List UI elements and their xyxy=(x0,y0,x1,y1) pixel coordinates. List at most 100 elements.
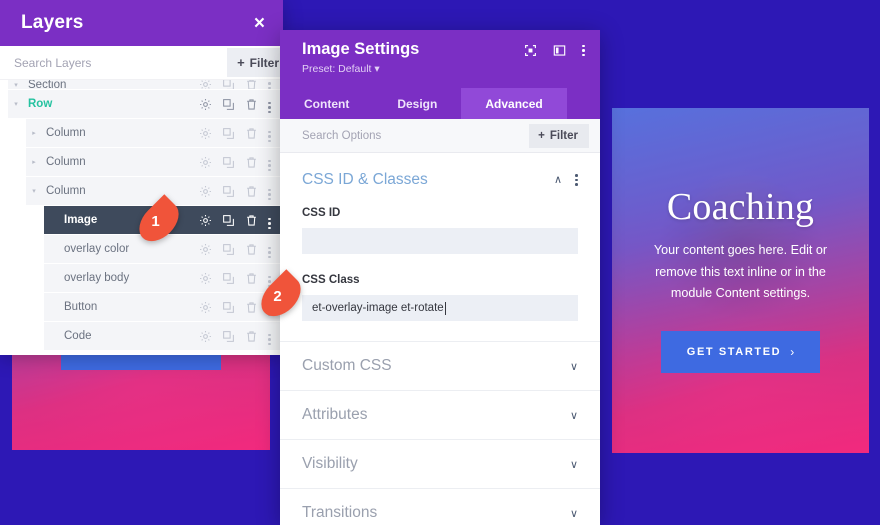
duplicate-icon[interactable] xyxy=(222,272,235,285)
layer-row-column[interactable]: ▸ Column xyxy=(26,119,283,147)
tab-design[interactable]: Design xyxy=(373,88,461,119)
layers-filter-button[interactable]: + Filter xyxy=(227,48,283,77)
trash-icon[interactable] xyxy=(245,272,258,285)
trash-icon[interactable] xyxy=(245,80,258,89)
gear-icon[interactable] xyxy=(199,185,212,198)
layer-row-label: overlay color xyxy=(64,243,130,255)
gear-icon[interactable] xyxy=(199,330,212,343)
more-options-icon[interactable] xyxy=(268,327,271,345)
search-options-input[interactable]: Search Options xyxy=(302,130,381,142)
expand-caret-icon[interactable]: ▾ xyxy=(8,100,24,108)
section-label: Transitions xyxy=(302,504,378,521)
layer-row-overlay-color[interactable]: overlay color xyxy=(44,235,283,263)
trash-icon[interactable] xyxy=(245,156,258,169)
duplicate-icon[interactable] xyxy=(222,214,235,227)
card-right: Coaching Your content goes here. Edit or… xyxy=(612,108,869,453)
section-custom-css[interactable]: Custom CSS ∨ xyxy=(280,341,600,390)
tab-advanced[interactable]: Advanced xyxy=(461,88,567,119)
duplicate-icon[interactable] xyxy=(222,80,235,89)
plus-icon: + xyxy=(237,55,245,70)
more-options-icon[interactable] xyxy=(582,44,585,57)
section-visibility[interactable]: Visibility ∨ xyxy=(280,439,600,488)
trash-icon[interactable] xyxy=(245,185,258,198)
text-cursor xyxy=(444,301,446,315)
layout-split-icon[interactable] xyxy=(553,44,566,57)
chevron-down-icon[interactable]: ∨ xyxy=(570,507,578,520)
section-label: Visibility xyxy=(302,455,358,472)
chevron-down-icon[interactable]: ∨ xyxy=(570,409,578,422)
layer-row-column[interactable]: ▸ Column xyxy=(26,148,283,176)
callout-marker-2: 2 xyxy=(253,269,309,324)
layer-row-section[interactable]: ▾ Section xyxy=(8,80,283,89)
trash-icon[interactable] xyxy=(245,243,258,256)
chevron-up-icon[interactable]: ∧ xyxy=(554,174,562,186)
options-search-bar[interactable]: Search Options + Filter xyxy=(280,119,600,153)
options-filter-button[interactable]: + Filter xyxy=(529,123,589,148)
plus-icon: + xyxy=(538,129,545,142)
expand-caret-icon[interactable]: ▸ xyxy=(26,129,42,137)
chevron-down-icon[interactable]: ∨ xyxy=(570,458,578,471)
duplicate-icon[interactable] xyxy=(222,243,235,256)
collapsed-sections: Custom CSS ∨ Attributes ∨ Visibility ∨ Transit… xyxy=(280,341,600,525)
layer-row-button[interactable]: Button xyxy=(44,293,283,321)
close-icon[interactable]: × xyxy=(254,14,265,33)
duplicate-icon[interactable] xyxy=(222,127,235,140)
expand-caret-icon[interactable]: ▾ xyxy=(8,81,24,89)
section-transitions[interactable]: Transitions ∨ xyxy=(280,488,600,525)
expand-caret-icon[interactable]: ▸ xyxy=(26,158,42,166)
duplicate-icon[interactable] xyxy=(222,98,235,111)
duplicate-icon[interactable] xyxy=(222,301,235,314)
layer-row-row[interactable]: ▾ Row xyxy=(8,90,283,118)
marker-number: 2 xyxy=(273,288,282,305)
more-options-icon[interactable] xyxy=(268,95,271,113)
tab-content[interactable]: Content xyxy=(280,88,373,119)
callout-marker-1: 1 xyxy=(131,194,187,249)
focus-target-icon[interactable] xyxy=(524,44,537,57)
section-title: CSS ID & Classes xyxy=(302,171,428,188)
layer-row-label: Column xyxy=(46,127,86,139)
layer-row-label: Column xyxy=(46,185,86,197)
gear-icon[interactable] xyxy=(199,272,212,285)
layer-row-label: Column xyxy=(46,156,86,168)
layer-row-column[interactable]: ▾ Column xyxy=(26,177,283,205)
image-settings-modal: Image Settings Preset: Default ▾ Content… xyxy=(280,30,600,525)
more-options-icon[interactable] xyxy=(268,240,271,258)
expand-caret-icon[interactable]: ▾ xyxy=(26,187,42,195)
css-class-value: et-overlay-image et-rotate xyxy=(312,302,444,314)
search-layers-input[interactable]: Search Layers xyxy=(14,56,91,70)
layers-panel-header: Layers × xyxy=(0,0,283,46)
more-options-icon[interactable] xyxy=(268,182,271,200)
duplicate-icon[interactable] xyxy=(222,185,235,198)
more-options-icon[interactable] xyxy=(268,211,271,229)
css-class-label: CSS Class xyxy=(302,274,360,286)
card-right-get-started-button[interactable]: GET STARTED › xyxy=(660,330,821,373)
chevron-down-icon[interactable]: ∨ xyxy=(570,360,578,373)
gear-icon[interactable] xyxy=(199,214,212,227)
css-id-input[interactable] xyxy=(302,228,578,254)
layer-row-overlay-body[interactable]: overlay body xyxy=(44,264,283,292)
layers-search-bar[interactable]: Search Layers + Filter xyxy=(0,46,283,80)
duplicate-icon[interactable] xyxy=(222,330,235,343)
gear-icon[interactable] xyxy=(199,127,212,140)
preset-selector[interactable]: Preset: Default ▾ xyxy=(302,63,419,75)
trash-icon[interactable] xyxy=(245,301,258,314)
gear-icon[interactable] xyxy=(199,80,212,89)
gear-icon[interactable] xyxy=(199,156,212,169)
duplicate-icon[interactable] xyxy=(222,156,235,169)
gear-icon[interactable] xyxy=(199,243,212,256)
more-options-icon[interactable] xyxy=(575,174,578,186)
modal-header: Image Settings Preset: Default ▾ xyxy=(280,30,600,88)
gear-icon[interactable] xyxy=(199,301,212,314)
more-options-icon[interactable] xyxy=(268,124,271,142)
trash-icon[interactable] xyxy=(245,127,258,140)
more-options-icon[interactable] xyxy=(268,153,271,171)
css-class-input[interactable]: et-overlay-image et-rotate xyxy=(302,295,578,321)
gear-icon[interactable] xyxy=(199,98,212,111)
layer-row-label: Code xyxy=(64,330,92,342)
section-attributes[interactable]: Attributes ∨ xyxy=(280,390,600,439)
more-options-icon[interactable] xyxy=(268,80,271,89)
layer-row-code[interactable]: Code xyxy=(44,322,283,350)
trash-icon[interactable] xyxy=(245,330,258,343)
trash-icon[interactable] xyxy=(245,214,258,227)
trash-icon[interactable] xyxy=(245,98,258,111)
